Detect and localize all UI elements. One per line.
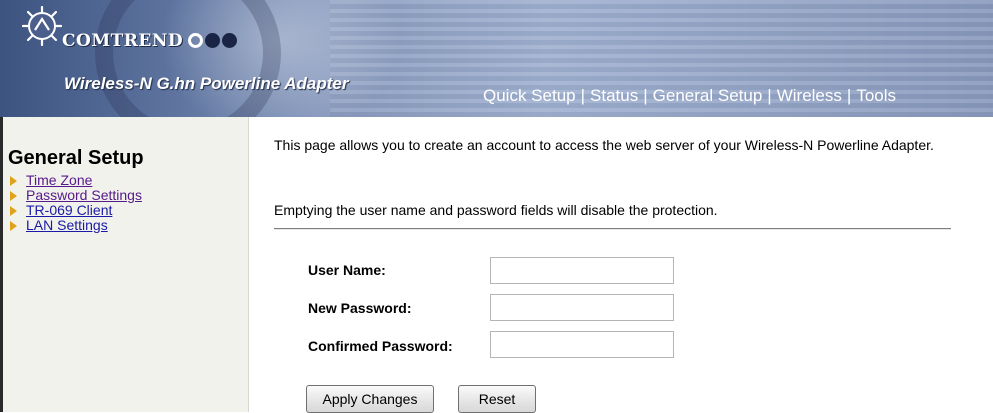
sidebar-menu: Time Zone Password Settings TR-069 Clien… (10, 173, 142, 233)
confirmed-password-input[interactable] (490, 331, 674, 358)
page-description: This page allows you to create an accoun… (274, 137, 934, 153)
apply-changes-button[interactable]: Apply Changes (306, 385, 434, 413)
confirmed-password-label: Confirmed Password: (308, 338, 453, 354)
reset-button[interactable]: Reset (458, 385, 536, 413)
sidebar: General Setup Time Zone Password Setting… (0, 117, 249, 412)
sidebar-item-tr069-client: TR-069 Client (10, 203, 142, 218)
bullet-arrow-icon (10, 175, 17, 186)
nav-general-setup[interactable]: General Setup (653, 86, 763, 105)
user-name-label: User Name: (308, 262, 386, 278)
sidebar-link-tr069-client[interactable]: TR-069 Client (26, 203, 112, 218)
nav-separator: | (580, 86, 586, 105)
banner-arc (95, 0, 281, 117)
divider (274, 228, 951, 230)
user-name-input[interactable] (490, 257, 674, 284)
bullet-arrow-icon (10, 205, 17, 216)
top-navigation: Quick Setup | Status | General Setup | Wireles… (483, 86, 896, 106)
sidebar-item-time-zone: Time Zone (10, 173, 142, 188)
sidebar-title: General Setup (8, 147, 144, 169)
sidebar-item-lan-settings: LAN Settings (10, 218, 142, 233)
nav-separator: | (643, 86, 648, 105)
bullet-arrow-icon (10, 190, 17, 201)
new-password-input[interactable] (490, 294, 674, 321)
sidebar-edge (0, 117, 3, 412)
product-title: Wireless-N G.hn Powerline Adapter (64, 74, 349, 93)
bullet-arrow-icon (10, 220, 17, 231)
brand-logo-text: COMTREND (62, 31, 184, 51)
nav-wireless[interactable]: Wireless (777, 86, 842, 105)
sidebar-item-password-settings: Password Settings (10, 188, 142, 203)
sidebar-link-password-settings[interactable]: Password Settings (26, 188, 142, 203)
comtrend-logo-icon (22, 6, 62, 46)
nav-separator: | (846, 86, 852, 105)
nav-quick-setup[interactable]: Quick Setup (483, 86, 576, 105)
nav-status[interactable]: Status (590, 86, 638, 105)
logo-dots (188, 33, 239, 53)
new-password-label: New Password: (308, 300, 412, 316)
protection-note: Emptying the user name and password fiel… (274, 202, 718, 218)
sidebar-link-time-zone[interactable]: Time Zone (26, 173, 92, 188)
header-banner: COMTREND Wireless-N G.hn Powerline Adapt… (0, 0, 993, 117)
sidebar-link-lan-settings[interactable]: LAN Settings (26, 218, 108, 233)
nav-tools[interactable]: Tools (856, 86, 896, 105)
nav-separator: | (767, 86, 772, 105)
